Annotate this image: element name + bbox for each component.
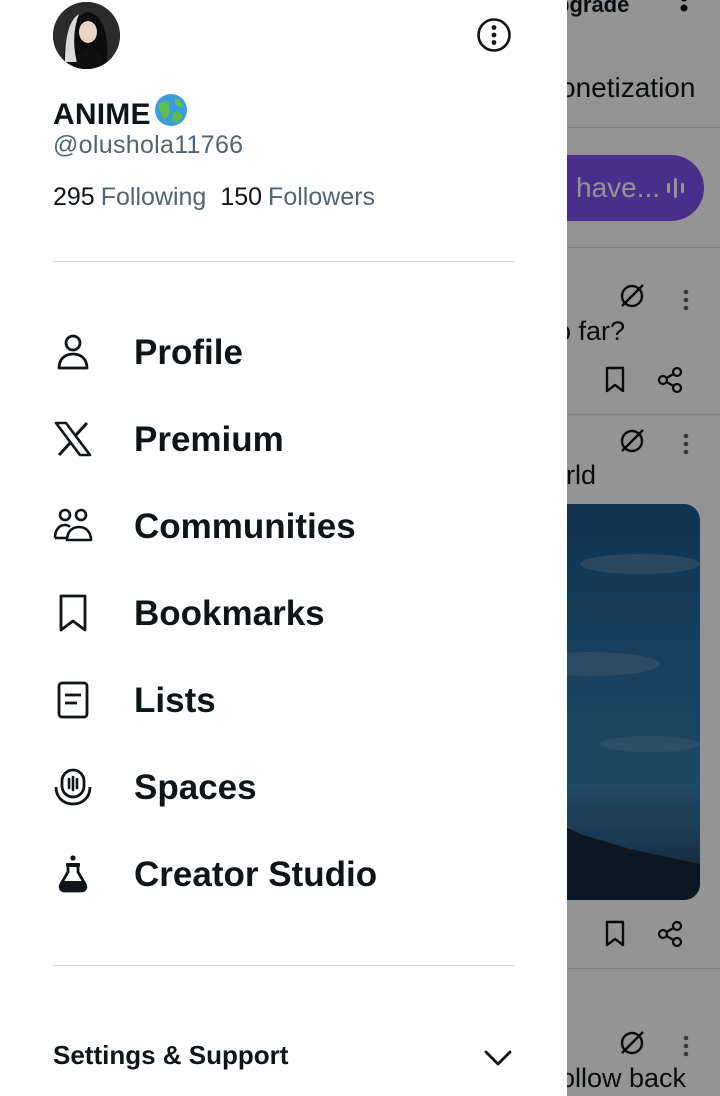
- nav-item-label: Spaces: [134, 768, 257, 807]
- nav-item-label: Creator Studio: [134, 855, 378, 894]
- settings-support-expander[interactable]: Settings & Support: [53, 1030, 514, 1084]
- more-options-icon[interactable]: [476, 17, 512, 53]
- chevron-down-icon: [484, 1050, 512, 1066]
- nav-item-lists[interactable]: Lists: [53, 670, 514, 730]
- avatar[interactable]: [53, 2, 120, 69]
- spaces-icon: [54, 768, 92, 806]
- globe-emoji-icon: [154, 94, 187, 126]
- display-name[interactable]: ANIME: [53, 92, 189, 132]
- avatar-image: [53, 2, 120, 69]
- following-link[interactable]: 295 Following: [53, 183, 206, 211]
- user-handle: @olushola11766: [53, 131, 244, 159]
- nav-item-communities[interactable]: Communities: [53, 496, 514, 556]
- nav-item-profile[interactable]: Profile: [53, 322, 514, 382]
- followers-count: 150: [220, 183, 263, 211]
- followers-link[interactable]: 150 Followers: [220, 183, 375, 211]
- navigation-drawer: ANIME @olushola11766 295 Following 150 Foll…: [0, 0, 567, 1096]
- list-icon: [57, 681, 89, 719]
- nav-item-label: Lists: [134, 681, 216, 720]
- following-label: Following: [100, 183, 207, 211]
- x-logo-icon: [54, 421, 92, 457]
- flask-icon: [58, 855, 88, 893]
- divider: [53, 261, 514, 262]
- followers-label: Followers: [268, 183, 376, 211]
- nav-item-premium[interactable]: Premium: [53, 409, 514, 469]
- nav-item-creator-studio[interactable]: Creator Studio: [53, 844, 514, 904]
- communities-icon: [53, 508, 93, 542]
- follow-stats: 295 Following 150 Followers: [53, 183, 375, 212]
- bookmark-icon: [59, 594, 87, 632]
- settings-support-label: Settings & Support: [53, 1040, 289, 1070]
- person-icon: [57, 334, 89, 370]
- nav-item-spaces[interactable]: Spaces: [53, 757, 514, 817]
- divider: [53, 965, 514, 966]
- nav-item-label: Communities: [134, 507, 356, 546]
- nav-item-label: Profile: [134, 333, 243, 372]
- following-count: 295: [53, 183, 95, 211]
- nav-item-label: Premium: [134, 420, 284, 459]
- display-name-text: ANIME: [53, 98, 151, 131]
- nav-item-bookmarks[interactable]: Bookmarks: [53, 583, 514, 643]
- nav-item-label: Bookmarks: [134, 594, 325, 633]
